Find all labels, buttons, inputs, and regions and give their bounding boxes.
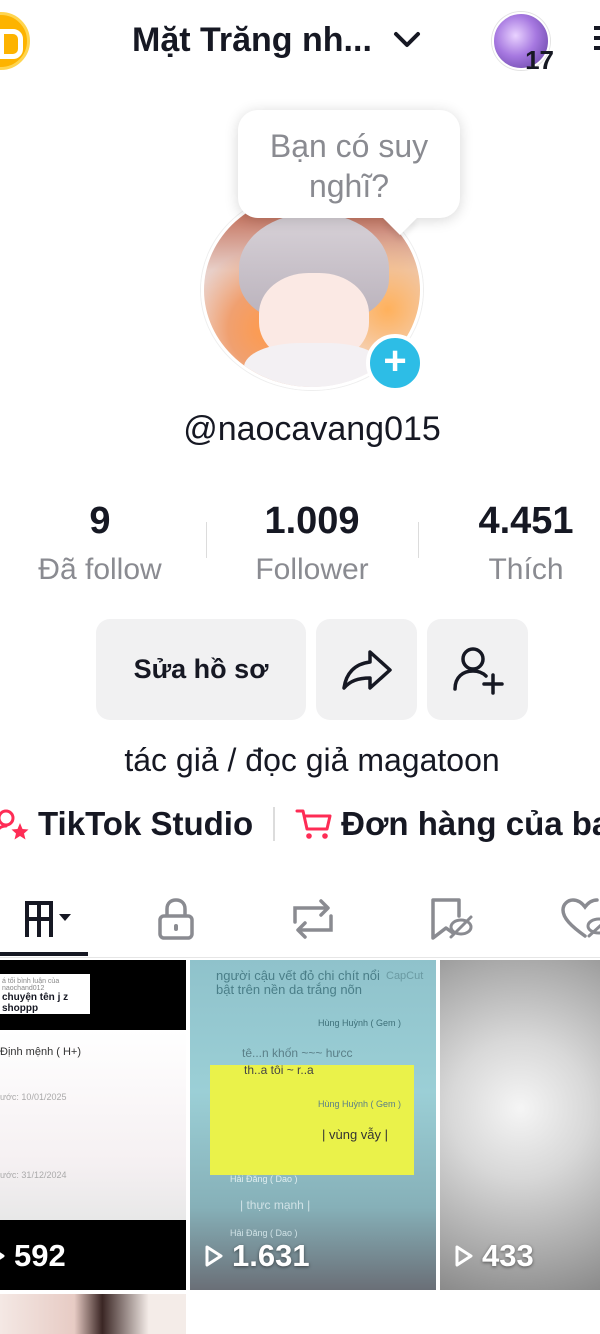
view-count-value: 1.631 [232, 1238, 310, 1273]
videos-grid-icon [25, 901, 71, 937]
tab-reposts[interactable] [268, 880, 358, 958]
stat-following-label: Đã follow [38, 553, 162, 586]
tiktok-studio-label: TikTok Studio [38, 805, 254, 842]
stat-divider [418, 522, 419, 558]
repost-icon [293, 899, 333, 939]
stat-followers-label: Follower [255, 553, 369, 586]
video-caption-line: tê...n khốn ~~~ hưcc [242, 1046, 353, 1060]
video-thumbnail[interactable]: á tối bình luận của naochand012 chuyện t… [0, 960, 186, 1290]
view-count: 592 [0, 1238, 66, 1274]
stat-followers-value: 1.009 [264, 500, 360, 542]
edit-profile-button[interactable]: Sửa hồ sơ [96, 619, 306, 720]
avatar-shirt [244, 343, 384, 387]
thought-bubble[interactable]: Bạn có suy nghĩ? [238, 110, 460, 218]
video-caption-line: Hải Đăng ( Dao ) [230, 1228, 298, 1238]
saved-icon [431, 898, 473, 940]
video-caption-line: bật trên nền da trắng nõn [216, 982, 363, 997]
view-count: 1.631 [204, 1238, 310, 1274]
add-user-icon [452, 646, 504, 695]
account-switcher[interactable]: Mặt Trăng nh... [132, 18, 422, 62]
story-avatar[interactable]: 17 [492, 12, 554, 75]
video-caption-line: Hùng Huỳnh ( Gem ) [318, 1099, 402, 1109]
video-caption-line: naochand012 [2, 985, 45, 992]
video-thumbnail[interactable] [0, 1294, 186, 1334]
thought-bubble-text: Bạn có suy nghĩ? [269, 128, 429, 204]
add-friend-button[interactable] [427, 619, 528, 720]
stat-likes-value: 4.451 [478, 500, 574, 542]
video-caption-line: người cậu vết đỏ chi chít nổi [216, 968, 380, 983]
stat-divider [206, 522, 207, 558]
play-icon [0, 1252, 5, 1260]
video-thumbnail[interactable]: 433 [440, 960, 600, 1290]
lock-icon [158, 898, 194, 940]
video-caption-line: Hùng Huỳnh ( Gem ) [318, 1018, 402, 1028]
tiktok-studio-link[interactable]: TikTok Studio [0, 805, 253, 843]
orders-link[interactable]: Đơn hàng của ba [295, 805, 600, 843]
stat-following-value: 9 [89, 500, 111, 542]
share-icon [341, 649, 392, 690]
view-count: 433 [454, 1238, 534, 1274]
video-caption-line: | vùng vẫy | [322, 1127, 389, 1142]
video-caption-line: chuyện tên j z [2, 992, 69, 1003]
video-caption-line: th..a tôi ~ r..a [244, 1063, 314, 1077]
view-count-value: 592 [14, 1238, 66, 1273]
link-divider [273, 807, 276, 841]
active-tab-indicator [0, 952, 88, 956]
profile-bio: tác giả / đọc giả magatoon [124, 742, 500, 778]
profile-links-row: TikTok Studio Đơn hàng của ba [0, 800, 600, 848]
video-caption-line: Hải Đăng ( Dao ) [230, 1174, 298, 1184]
account-name[interactable]: Mặt Trăng nh... [132, 21, 372, 60]
video-caption-line: ước: 31/12/2024 [0, 1170, 67, 1180]
menu-icon[interactable] [594, 20, 600, 56]
stat-likes[interactable]: 4.451 Thích [426, 496, 600, 590]
play-icon [205, 1245, 223, 1267]
edit-profile-label: Sửa hồ sơ [133, 654, 269, 684]
tab-private[interactable] [131, 880, 221, 958]
liked-icon [561, 898, 600, 938]
play-icon [455, 1245, 473, 1267]
video-caption-line: shoppp [2, 1003, 39, 1014]
notification-count: 17 [525, 45, 554, 75]
shopping-cart-icon [295, 809, 332, 839]
coin-icon[interactable] [0, 12, 30, 70]
tab-saved[interactable] [405, 880, 495, 958]
video-thumbnail[interactable]: người cậu vết đỏ chi chít nổi bật trên n… [190, 960, 436, 1290]
share-profile-button[interactable] [316, 619, 417, 720]
capcut-watermark: CapCut [386, 970, 424, 982]
view-count-value: 433 [482, 1238, 534, 1273]
studio-icon [0, 809, 29, 840]
username: @naocavang015 [183, 410, 441, 448]
video-caption-line: Định mệnh ( H+) [0, 1046, 82, 1058]
tab-videos[interactable] [0, 880, 88, 958]
video-caption-line: | thực mạnh | [240, 1198, 311, 1212]
stat-likes-label: Thích [488, 553, 564, 586]
video-frame: Định mệnh ( H+) ước: 10/01/2025 ước: 31/… [0, 1030, 186, 1220]
tab-liked[interactable] [540, 880, 600, 958]
video-caption-line: á tối bình luận của [2, 978, 60, 985]
comment-snippet: á tối bình luận của naochand012 chuyện t… [0, 974, 90, 1014]
add-story-plus-icon[interactable]: + [366, 334, 424, 392]
stat-following[interactable]: 9 Đã follow [0, 496, 200, 590]
chevron-down-icon[interactable] [392, 30, 422, 50]
profile-tabs [0, 880, 600, 958]
orders-label: Đơn hàng của ba [341, 805, 600, 842]
stat-followers[interactable]: 1.009 Follower [212, 496, 412, 590]
video-caption-line: ước: 10/01/2025 [0, 1092, 67, 1102]
highlight-box: th..a tôi ~ r..a Hùng Huỳnh ( Gem ) | vù… [210, 1063, 414, 1175]
